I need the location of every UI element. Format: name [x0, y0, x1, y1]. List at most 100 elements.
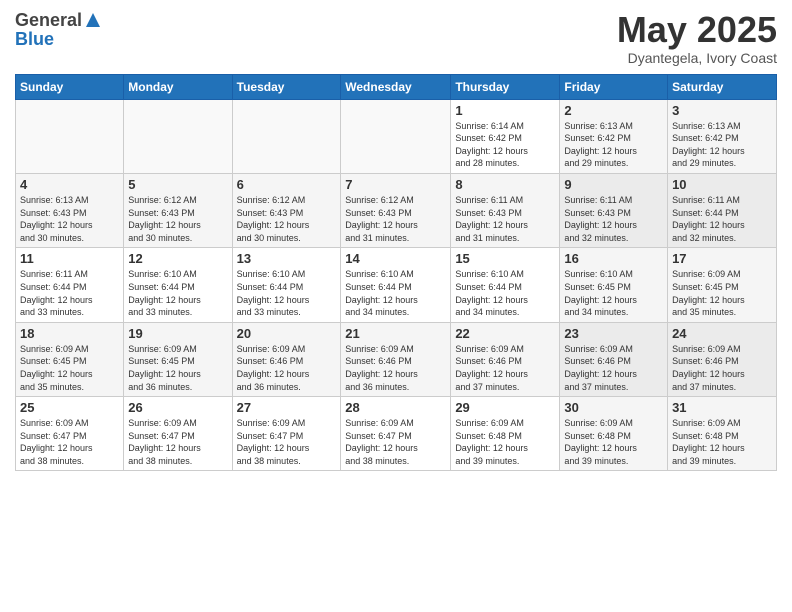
table-row: 16 Sunrise: 6:10 AM Sunset: 6:45 PM Dayli… — [560, 248, 668, 322]
table-row: 27 Sunrise: 6:09 AM Sunset: 6:47 PM Dayli… — [232, 397, 341, 471]
day-number: 30 — [564, 400, 663, 415]
day-number: 19 — [128, 326, 227, 341]
day-number: 14 — [345, 251, 446, 266]
table-row — [341, 99, 451, 173]
table-row: 28Sunrise: 6:09 AM Sunset: 6:47 PM Dayli… — [341, 397, 451, 471]
table-row: 31 Sunrise: 6:09 AM Sunset: 6:48 PM Dayli… — [668, 397, 777, 471]
table-row: 5 Sunrise: 6:12 AM Sunset: 6:43 PM Daylig… — [124, 173, 232, 247]
day-info: Sunrise: 6:09 AM Sunset: 6:47 PM Dayligh… — [345, 417, 446, 467]
day-info: Sunrise: 6:11 AM Sunset: 6:44 PM Dayligh… — [672, 194, 772, 244]
day-info: Sunrise: 6:12 AM Sunset: 6:43 PM Dayligh… — [128, 194, 227, 244]
day-info: Sunrise: 6:12 AM Sunset: 6:43 PM Dayligh… — [345, 194, 446, 244]
header-row: Sunday Monday Tuesday Wednesday Thursday… — [16, 74, 777, 99]
day-info: Sunrise: 6:09 AM Sunset: 6:46 PM Dayligh… — [672, 343, 772, 393]
day-number: 9 — [564, 177, 663, 192]
location-title: Dyantegela, Ivory Coast — [617, 50, 777, 66]
logo: General Blue — [15, 10, 102, 50]
logo-icon — [84, 11, 102, 29]
day-number: 20 — [237, 326, 337, 341]
day-number: 21 — [345, 326, 446, 341]
week-row-5: 25 Sunrise: 6:09 AM Sunset: 6:47 PM Dayli… — [16, 397, 777, 471]
table-row: 1 Sunrise: 6:14 AM Sunset: 6:42 PM Daylig… — [451, 99, 560, 173]
day-number: 24 — [672, 326, 772, 341]
day-number: 4 — [20, 177, 119, 192]
day-info: Sunrise: 6:09 AM Sunset: 6:47 PM Dayligh… — [128, 417, 227, 467]
title-block: May 2025 Dyantegela, Ivory Coast — [617, 10, 777, 66]
day-info: Sunrise: 6:09 AM Sunset: 6:48 PM Dayligh… — [564, 417, 663, 467]
table-row: 8Sunrise: 6:11 AM Sunset: 6:43 PM Daylig… — [451, 173, 560, 247]
header: General Blue May 2025 Dyantegela, Ivory … — [15, 10, 777, 66]
logo-general: General — [15, 10, 82, 31]
day-number: 22 — [455, 326, 555, 341]
day-info: Sunrise: 6:10 AM Sunset: 6:45 PM Dayligh… — [564, 268, 663, 318]
day-info: Sunrise: 6:10 AM Sunset: 6:44 PM Dayligh… — [345, 268, 446, 318]
day-number: 17 — [672, 251, 772, 266]
day-info: Sunrise: 6:13 AM Sunset: 6:42 PM Dayligh… — [672, 120, 772, 170]
day-number: 1 — [455, 103, 555, 118]
table-row — [124, 99, 232, 173]
week-row-4: 18Sunrise: 6:09 AM Sunset: 6:45 PM Dayli… — [16, 322, 777, 396]
day-info: Sunrise: 6:13 AM Sunset: 6:42 PM Dayligh… — [564, 120, 663, 170]
day-info: Sunrise: 6:09 AM Sunset: 6:48 PM Dayligh… — [672, 417, 772, 467]
day-info: Sunrise: 6:11 AM Sunset: 6:43 PM Dayligh… — [455, 194, 555, 244]
table-row: 22 Sunrise: 6:09 AM Sunset: 6:46 PM Dayli… — [451, 322, 560, 396]
calendar-table: Sunday Monday Tuesday Wednesday Thursday… — [15, 74, 777, 472]
table-row: 18Sunrise: 6:09 AM Sunset: 6:45 PM Dayli… — [16, 322, 124, 396]
week-row-2: 4 Sunrise: 6:13 AM Sunset: 6:43 PM Daylig… — [16, 173, 777, 247]
day-number: 25 — [20, 400, 119, 415]
day-info: Sunrise: 6:09 AM Sunset: 6:46 PM Dayligh… — [455, 343, 555, 393]
table-row: 26 Sunrise: 6:09 AM Sunset: 6:47 PM Dayli… — [124, 397, 232, 471]
col-friday: Friday — [560, 74, 668, 99]
day-info: Sunrise: 6:13 AM Sunset: 6:43 PM Dayligh… — [20, 194, 119, 244]
day-number: 27 — [237, 400, 337, 415]
week-row-1: 1 Sunrise: 6:14 AM Sunset: 6:42 PM Daylig… — [16, 99, 777, 173]
day-info: Sunrise: 6:09 AM Sunset: 6:45 PM Dayligh… — [672, 268, 772, 318]
col-sunday: Sunday — [16, 74, 124, 99]
table-row: 15 Sunrise: 6:10 AM Sunset: 6:44 PM Dayli… — [451, 248, 560, 322]
day-number: 6 — [237, 177, 337, 192]
day-number: 15 — [455, 251, 555, 266]
day-info: Sunrise: 6:09 AM Sunset: 6:47 PM Dayligh… — [237, 417, 337, 467]
table-row: 23 Sunrise: 6:09 AM Sunset: 6:46 PM Dayli… — [560, 322, 668, 396]
table-row: 21Sunrise: 6:09 AM Sunset: 6:46 PM Dayli… — [341, 322, 451, 396]
table-row: 10Sunrise: 6:11 AM Sunset: 6:44 PM Dayli… — [668, 173, 777, 247]
table-row: 17 Sunrise: 6:09 AM Sunset: 6:45 PM Dayli… — [668, 248, 777, 322]
table-row — [16, 99, 124, 173]
day-number: 16 — [564, 251, 663, 266]
day-number: 29 — [455, 400, 555, 415]
col-saturday: Saturday — [668, 74, 777, 99]
col-monday: Monday — [124, 74, 232, 99]
day-info: Sunrise: 6:10 AM Sunset: 6:44 PM Dayligh… — [455, 268, 555, 318]
day-number: 11 — [20, 251, 119, 266]
col-thursday: Thursday — [451, 74, 560, 99]
table-row: 20 Sunrise: 6:09 AM Sunset: 6:46 PM Dayli… — [232, 322, 341, 396]
day-number: 12 — [128, 251, 227, 266]
table-row: 30 Sunrise: 6:09 AM Sunset: 6:48 PM Dayli… — [560, 397, 668, 471]
day-info: Sunrise: 6:14 AM Sunset: 6:42 PM Dayligh… — [455, 120, 555, 170]
table-row: 6 Sunrise: 6:12 AM Sunset: 6:43 PM Daylig… — [232, 173, 341, 247]
day-number: 3 — [672, 103, 772, 118]
day-number: 5 — [128, 177, 227, 192]
day-info: Sunrise: 6:09 AM Sunset: 6:47 PM Dayligh… — [20, 417, 119, 467]
logo-blue: Blue — [15, 29, 102, 50]
table-row: 3 Sunrise: 6:13 AM Sunset: 6:42 PM Daylig… — [668, 99, 777, 173]
col-wednesday: Wednesday — [341, 74, 451, 99]
day-info: Sunrise: 6:09 AM Sunset: 6:48 PM Dayligh… — [455, 417, 555, 467]
table-row: 13Sunrise: 6:10 AM Sunset: 6:44 PM Dayli… — [232, 248, 341, 322]
day-number: 26 — [128, 400, 227, 415]
day-info: Sunrise: 6:09 AM Sunset: 6:46 PM Dayligh… — [237, 343, 337, 393]
day-info: Sunrise: 6:09 AM Sunset: 6:46 PM Dayligh… — [564, 343, 663, 393]
table-row: 14 Sunrise: 6:10 AM Sunset: 6:44 PM Dayli… — [341, 248, 451, 322]
table-row: 11 Sunrise: 6:11 AM Sunset: 6:44 PM Dayli… — [16, 248, 124, 322]
day-number: 13 — [237, 251, 337, 266]
day-info: Sunrise: 6:12 AM Sunset: 6:43 PM Dayligh… — [237, 194, 337, 244]
day-info: Sunrise: 6:11 AM Sunset: 6:43 PM Dayligh… — [564, 194, 663, 244]
day-number: 7 — [345, 177, 446, 192]
table-row: 9 Sunrise: 6:11 AM Sunset: 6:43 PM Daylig… — [560, 173, 668, 247]
day-info: Sunrise: 6:09 AM Sunset: 6:45 PM Dayligh… — [20, 343, 119, 393]
day-number: 23 — [564, 326, 663, 341]
day-info: Sunrise: 6:11 AM Sunset: 6:44 PM Dayligh… — [20, 268, 119, 318]
table-row: 12Sunrise: 6:10 AM Sunset: 6:44 PM Dayli… — [124, 248, 232, 322]
month-title: May 2025 — [617, 10, 777, 50]
day-number: 31 — [672, 400, 772, 415]
